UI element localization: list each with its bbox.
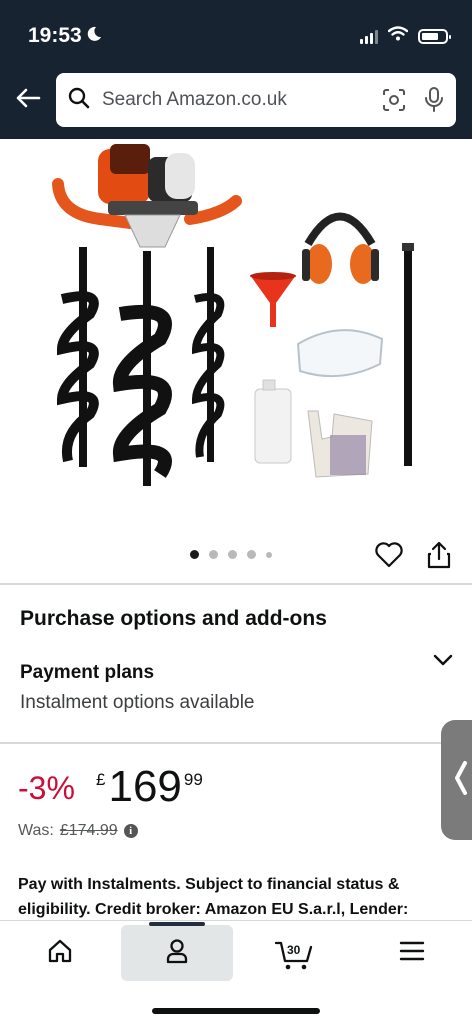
nav-account[interactable]	[121, 922, 233, 981]
nav-selected-indicator	[149, 922, 205, 926]
cart-icon: 30	[274, 935, 314, 971]
wishlist-button[interactable]	[374, 541, 404, 571]
price: £ 169 99	[96, 764, 203, 810]
auger-engine	[52, 144, 242, 248]
home-indicator	[152, 1008, 320, 1014]
payment-plans-expand[interactable]	[432, 652, 454, 668]
search-bar[interactable]	[56, 73, 456, 127]
microphone-icon[interactable]	[424, 87, 444, 113]
price-currency: £	[96, 770, 106, 789]
product-image	[52, 144, 414, 486]
search-input[interactable]	[100, 88, 370, 112]
camera-scan-icon[interactable]	[382, 88, 406, 112]
nav-cart[interactable]: 30	[254, 925, 334, 981]
gallery-pagination[interactable]	[190, 550, 272, 559]
extension-rod	[402, 243, 414, 466]
gallery-dot[interactable]	[266, 551, 272, 558]
gallery-dot[interactable]	[247, 550, 256, 559]
payment-plans-label[interactable]: Payment plans	[20, 662, 154, 684]
price-fraction: 99	[183, 770, 203, 789]
account-icon	[165, 938, 189, 969]
wifi-icon	[387, 26, 409, 46]
instalments-text: Pay with Instalments. Subject to financi…	[18, 876, 409, 918]
was-label: Was:	[18, 822, 54, 839]
discount-percent: -3%	[18, 770, 75, 806]
side-panel-handle[interactable]	[441, 720, 472, 840]
top-header: 19:53	[0, 0, 472, 139]
info-icon[interactable]: i	[123, 824, 138, 838]
work-gloves	[307, 410, 373, 478]
was-price-row: Was: £174.99 i	[18, 822, 138, 840]
chevron-down-icon	[432, 654, 454, 672]
product-image-gallery[interactable]	[0, 139, 472, 579]
nav-menu[interactable]	[372, 925, 452, 981]
ear-defenders	[302, 212, 379, 284]
moon-icon	[86, 24, 102, 48]
share-button[interactable]	[426, 540, 452, 570]
menu-icon	[399, 940, 425, 967]
gallery-dot[interactable]	[190, 550, 199, 559]
back-arrow-icon	[15, 88, 41, 113]
funnel	[250, 272, 296, 327]
nav-home[interactable]	[20, 925, 100, 981]
divider	[0, 583, 472, 585]
gallery-dot[interactable]	[209, 550, 218, 559]
time-text: 19:53	[28, 24, 82, 47]
back-button[interactable]	[12, 84, 44, 116]
price-whole: 169	[108, 762, 182, 811]
auger-drills	[56, 247, 225, 486]
share-icon	[426, 541, 452, 574]
search-icon	[68, 87, 90, 114]
chevron-left-icon	[454, 760, 468, 801]
divider	[0, 742, 472, 744]
battery-icon	[418, 28, 451, 44]
status-time: 19:53	[28, 24, 102, 48]
was-price: £174.99	[59, 822, 118, 839]
heart-icon	[374, 542, 404, 573]
signal-icon	[360, 28, 378, 44]
home-icon	[47, 938, 73, 969]
safety-goggles	[296, 329, 384, 378]
gallery-dot[interactable]	[228, 550, 237, 559]
purchase-options-title: Purchase options and add-ons	[20, 607, 327, 630]
oil-bottle	[254, 379, 292, 464]
cart-count: 30	[287, 943, 301, 957]
payment-plans-sub: Instalment options available	[20, 692, 255, 713]
status-icons	[360, 26, 451, 46]
